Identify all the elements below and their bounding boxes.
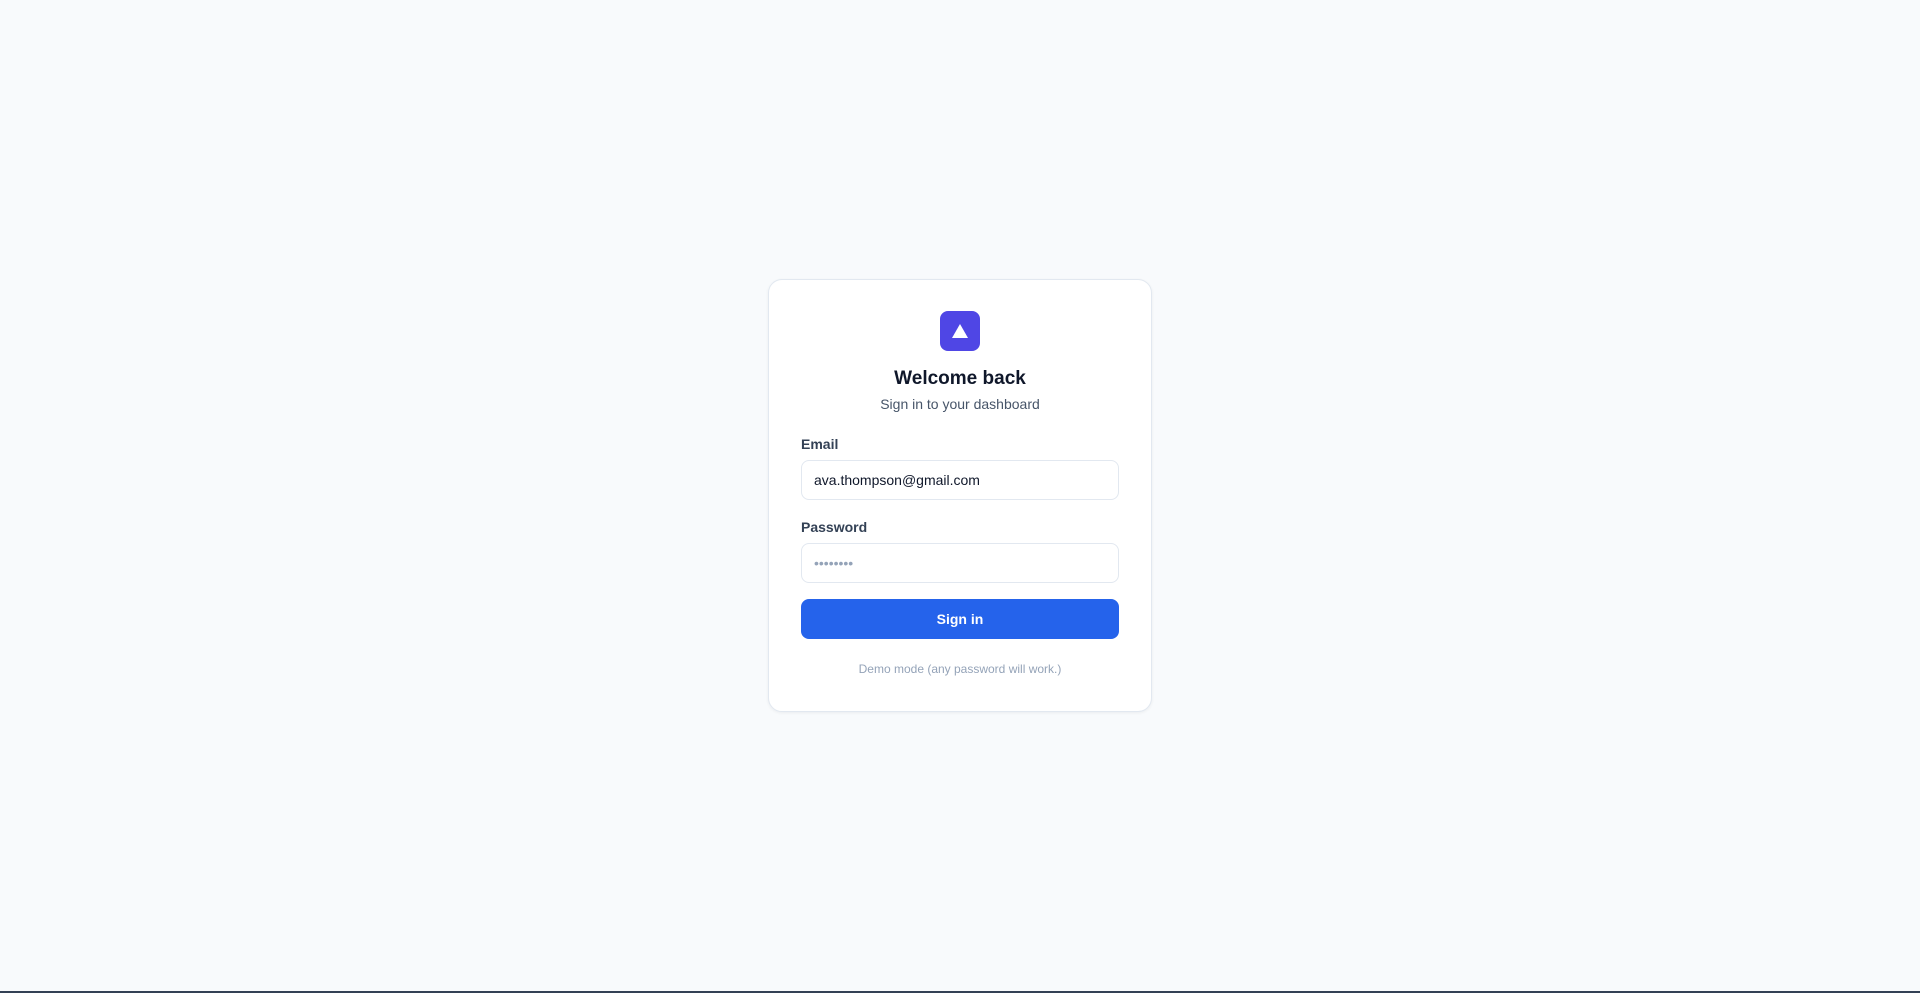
email-field[interactable] <box>801 460 1119 500</box>
demo-mode-hint: Demo mode (any password will work.) <box>858 662 1062 676</box>
page-subtitle: Sign in to your dashboard <box>880 396 1040 412</box>
login-card: Welcome back Sign in to your dashboard E… <box>768 279 1152 712</box>
email-label: Email <box>801 436 839 452</box>
password-label: Password <box>801 519 868 535</box>
triangle-icon <box>952 324 968 338</box>
password-field[interactable] <box>801 543 1119 583</box>
sign-in-button[interactable]: Sign in <box>801 599 1119 639</box>
app-logo <box>940 311 980 351</box>
page-title: Welcome back <box>894 368 1026 389</box>
